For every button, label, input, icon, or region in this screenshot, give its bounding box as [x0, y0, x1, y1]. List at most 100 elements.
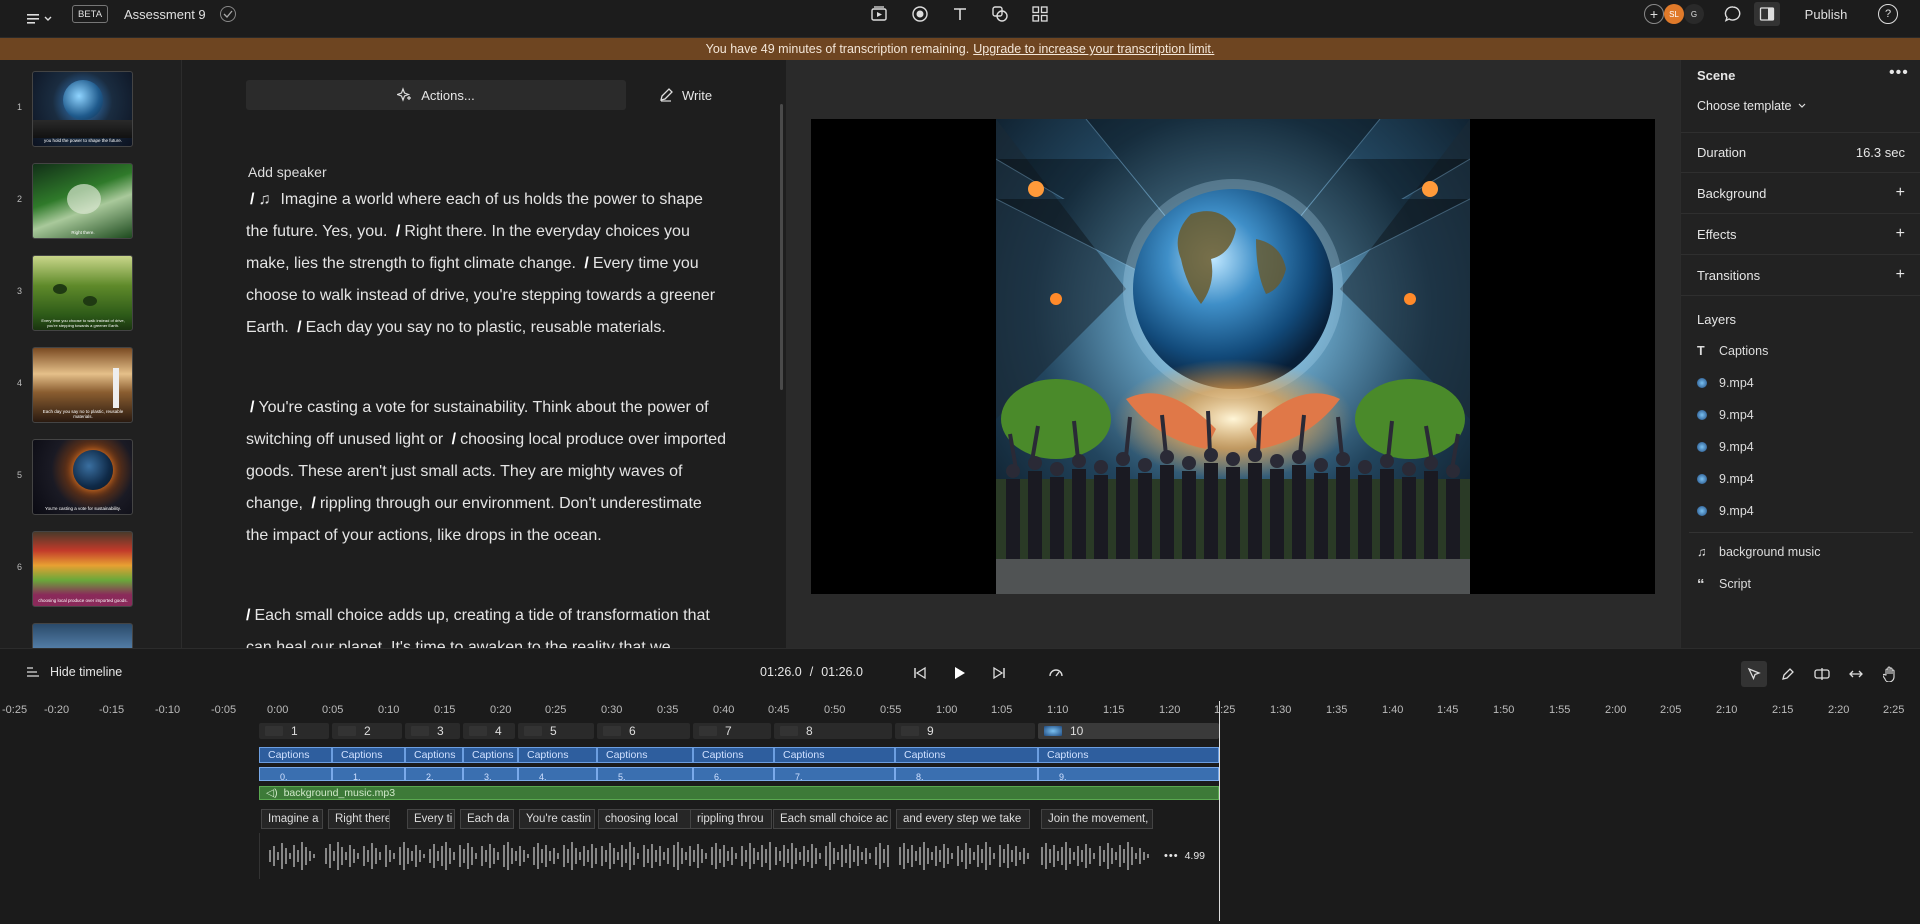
record-icon[interactable]: [910, 5, 930, 23]
timeline-scene[interactable]: 4: [463, 723, 515, 739]
layer-item[interactable]: 9.mp4: [1697, 405, 1754, 425]
transcript-clip[interactable]: rippling throu: [690, 809, 772, 829]
timeline-scene[interactable]: 9: [895, 723, 1035, 739]
publish-button[interactable]: Publish: [1796, 4, 1856, 24]
add-icon[interactable]: +: [1896, 184, 1905, 202]
layer-item[interactable]: “ Script: [1697, 574, 1751, 594]
play-icon[interactable]: [952, 666, 966, 683]
scene-thumbnail[interactable]: [32, 623, 133, 648]
audio-waveform[interactable]: [259, 833, 1219, 879]
timeline-scene[interactable]: 7: [693, 723, 771, 739]
add-icon[interactable]: +: [1896, 266, 1905, 284]
avatar-secondary[interactable]: G: [1684, 4, 1704, 24]
scene-icon[interactable]: [869, 5, 889, 23]
transcript-clip[interactable]: Every ti: [407, 809, 455, 829]
scene-thumbnail[interactable]: choosing local produce over imported goo…: [32, 531, 133, 607]
transcript-clip[interactable]: Join the movement,: [1041, 809, 1153, 829]
video-clip[interactable]: 0.: [259, 767, 332, 781]
layer-item[interactable]: 9.mp4: [1697, 373, 1754, 393]
timeline-scene[interactable]: 2: [332, 723, 402, 739]
skip-forward-icon[interactable]: [992, 666, 1006, 683]
write-button[interactable]: Write: [658, 80, 712, 110]
caption-clip[interactable]: Captions: [693, 747, 774, 763]
timeline-scene[interactable]: 10: [1038, 723, 1219, 739]
video-canvas[interactable]: [811, 119, 1655, 594]
transcript-clip[interactable]: Each small choice ac: [773, 809, 891, 829]
add-icon[interactable]: +: [1896, 225, 1905, 243]
script-paragraph[interactable]: / You're casting a vote for sustainabilit…: [246, 392, 726, 552]
playback-speed-icon[interactable]: [1048, 665, 1064, 684]
layer-item[interactable]: 9.mp4: [1697, 437, 1754, 457]
video-clip[interactable]: 7.: [774, 767, 895, 781]
timeline-scene[interactable]: 5: [518, 723, 594, 739]
transcript-clip[interactable]: Imagine a: [261, 809, 323, 829]
caption-clip[interactable]: Captions: [895, 747, 1038, 763]
video-clip[interactable]: 8.: [895, 767, 1038, 781]
scene-break-marker[interactable]: /: [311, 495, 315, 512]
transcript-clip[interactable]: choosing local: [598, 809, 692, 829]
caption-clip[interactable]: Captions: [597, 747, 693, 763]
more-options-icon[interactable]: •••: [1164, 850, 1179, 862]
transcript-clip[interactable]: and every step we take: [896, 809, 1030, 829]
layer-item[interactable]: 9.mp4: [1697, 501, 1754, 521]
duration-value[interactable]: 16.3 sec: [1856, 145, 1905, 160]
script-paragraph[interactable]: / Each small choice adds up, creating a t…: [246, 600, 726, 648]
layer-item[interactable]: 9.mp4: [1697, 469, 1754, 489]
scene-break-marker[interactable]: /: [396, 223, 400, 240]
video-clip[interactable]: 3.: [463, 767, 518, 781]
caption-clip[interactable]: Captions: [1038, 747, 1219, 763]
comments-icon[interactable]: [1723, 5, 1743, 23]
scene-break-marker[interactable]: /: [250, 191, 254, 208]
scene-thumbnail[interactable]: Every time you choose to walk instead of…: [32, 255, 133, 331]
video-clip[interactable]: 1.: [332, 767, 405, 781]
panel-toggle-icon[interactable]: [1754, 2, 1780, 26]
layer-item[interactable]: T Captions: [1697, 341, 1768, 361]
timeline-scene[interactable]: 8: [774, 723, 892, 739]
video-clip[interactable]: 9.: [1038, 767, 1219, 781]
skip-back-icon[interactable]: [913, 666, 927, 683]
split-tool-icon[interactable]: [1809, 661, 1835, 687]
scene-thumbnail[interactable]: you hold the power to shape the future.: [32, 71, 133, 147]
grid-icon[interactable]: [1030, 5, 1050, 23]
transcript-clip[interactable]: Each da: [460, 809, 514, 829]
caption-clip[interactable]: Captions: [774, 747, 895, 763]
script-text[interactable]: Each small choice adds up, creating a ti…: [246, 607, 710, 648]
timeline-scene[interactable]: 1: [259, 723, 329, 739]
scene-break-marker[interactable]: /: [250, 399, 254, 416]
script-paragraph[interactable]: / ♫ Imagine a world where each of us holds…: [246, 184, 726, 344]
timeline-scene[interactable]: 6: [597, 723, 690, 739]
hand-tool-icon[interactable]: [1877, 661, 1903, 687]
upgrade-link[interactable]: Upgrade to increase your transcription l…: [973, 42, 1214, 56]
shapes-icon[interactable]: [990, 5, 1010, 23]
transcript-clip[interactable]: Right there: [328, 809, 390, 829]
avatar[interactable]: SL: [1664, 4, 1684, 24]
extra-duration[interactable]: ••• 4.99: [1164, 841, 1216, 871]
choose-template-dropdown[interactable]: Choose template: [1697, 99, 1806, 113]
caption-clip[interactable]: Captions: [518, 747, 597, 763]
add-collaborator-icon[interactable]: +: [1644, 4, 1664, 24]
video-clip[interactable]: 4.: [518, 767, 597, 781]
script-scrollbar[interactable]: [780, 104, 783, 390]
project-title[interactable]: Assessment 9: [124, 6, 206, 22]
scene-thumbnail[interactable]: You're casting a vote for sustainability…: [32, 439, 133, 515]
hide-timeline-button[interactable]: Hide timeline: [26, 665, 122, 679]
playhead[interactable]: [1219, 701, 1220, 921]
caption-clip[interactable]: Captions: [259, 747, 332, 763]
actions-button[interactable]: Actions...: [246, 80, 626, 110]
menu-icon[interactable]: [22, 8, 58, 30]
scene-break-marker[interactable]: /: [246, 607, 250, 624]
scene-break-marker[interactable]: /: [584, 255, 588, 272]
scene-thumbnail[interactable]: Each day you say no to plastic, reusable…: [32, 347, 133, 423]
script-text[interactable]: Each day you say no to plastic, reusable…: [306, 319, 666, 336]
timeline-scene[interactable]: 3: [405, 723, 460, 739]
background-row[interactable]: Background +: [1681, 173, 1920, 214]
more-options-icon[interactable]: •••: [1889, 64, 1909, 82]
help-icon[interactable]: ?: [1878, 4, 1898, 24]
caption-clip[interactable]: Captions: [463, 747, 518, 763]
layer-item[interactable]: ♫ background music: [1697, 542, 1820, 562]
scene-break-marker[interactable]: /: [297, 319, 301, 336]
video-clip[interactable]: 2.: [405, 767, 463, 781]
transitions-row[interactable]: Transitions +: [1681, 255, 1920, 296]
caption-clip[interactable]: Captions: [405, 747, 463, 763]
effects-row[interactable]: Effects +: [1681, 214, 1920, 255]
